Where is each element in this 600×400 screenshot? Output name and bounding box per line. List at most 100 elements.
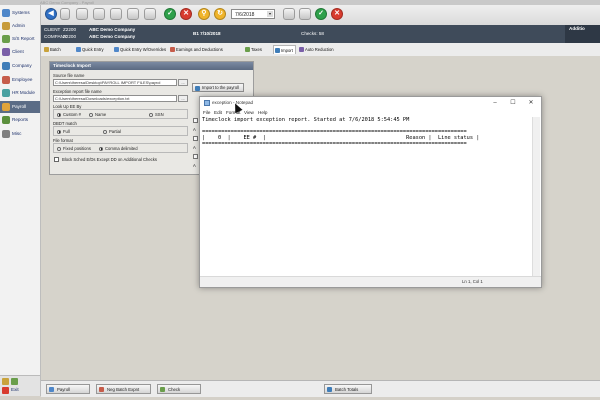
partial-checkbox-1[interactable] bbox=[193, 118, 198, 123]
client-label: CLIENT bbox=[44, 27, 61, 32]
ok-icon[interactable]: ✓ bbox=[164, 8, 176, 20]
nav-item-employee[interactable]: Employee bbox=[0, 74, 40, 86]
tab-icon bbox=[76, 47, 81, 52]
tab-taxes[interactable]: Taxes bbox=[244, 45, 271, 54]
tab-earnings-and-deductions[interactable]: Earnings and Deductions bbox=[169, 45, 242, 54]
button-icon bbox=[327, 387, 332, 392]
minimize-icon[interactable]: – bbox=[486, 97, 504, 109]
nav-item-label: Employee bbox=[12, 77, 33, 82]
report-line-5: ========================================… bbox=[202, 141, 467, 147]
nav-item-company[interactable]: Company bbox=[0, 60, 40, 72]
tab-batch[interactable]: Batch bbox=[43, 45, 73, 54]
tab-icon bbox=[299, 47, 304, 52]
batch-totals-button[interactable]: Batch Totals bbox=[324, 384, 372, 394]
toolbar-button-6[interactable] bbox=[283, 8, 295, 20]
neg-batch-expnt-button[interactable]: Neg Batch Expnt bbox=[96, 384, 151, 394]
dbdt-partial-radio[interactable] bbox=[103, 129, 107, 134]
close-icon[interactable]: ✕ bbox=[522, 97, 540, 109]
payroll-button[interactable]: Payroll bbox=[46, 384, 90, 394]
tab-auto-reduction[interactable]: Auto Reduction bbox=[298, 45, 336, 54]
partial-checkbox-2[interactable] bbox=[193, 136, 198, 141]
exit-label[interactable]: Exit bbox=[11, 387, 19, 392]
tab-quick-entry-w-overrides[interactable]: Quick Entry W/Overrides bbox=[113, 45, 167, 54]
notepad-window: exception - Notepad – ☐ ✕ File Edit Form… bbox=[199, 96, 542, 288]
lookup-group: Custom # Name SSN bbox=[53, 109, 188, 119]
nav-item-hr-module[interactable]: HR Module bbox=[0, 87, 40, 99]
exception-browse-button[interactable]: ... bbox=[178, 95, 188, 102]
s-s-report-icon bbox=[2, 35, 10, 43]
nav-item-misc[interactable]: Misc bbox=[0, 128, 40, 140]
toolbar-button-1[interactable] bbox=[76, 8, 88, 20]
cancel-icon[interactable]: ✕ bbox=[180, 8, 192, 20]
format-comma-radio[interactable] bbox=[99, 146, 103, 151]
hr-module-icon bbox=[2, 89, 10, 97]
delete-icon[interactable]: ✕ bbox=[331, 8, 343, 20]
lookup-ssn-label: SSN bbox=[155, 111, 164, 117]
import-button[interactable]: Import to the payroll bbox=[192, 83, 244, 92]
tab-quick-entry[interactable]: Quick Entry bbox=[75, 45, 111, 54]
lookup-ssn-radio[interactable] bbox=[149, 112, 153, 117]
format-fixed-radio[interactable] bbox=[57, 146, 61, 151]
nav-item-label: S/S Report bbox=[12, 36, 35, 41]
toolbar-button-5[interactable] bbox=[144, 8, 156, 20]
notepad-text-area[interactable]: Timeclock import exception report. Start… bbox=[202, 117, 530, 277]
date-field[interactable]: 7/6/2018 ▾ bbox=[231, 9, 275, 19]
nav-item-label: Systems bbox=[12, 10, 30, 15]
dbdt-partial-label: Partial bbox=[109, 128, 121, 134]
toolbar-button-7[interactable] bbox=[299, 8, 311, 20]
format-comma-label: Comma delimited bbox=[105, 145, 138, 151]
notepad-titlebar[interactable]: exception - Notepad – ☐ ✕ bbox=[200, 97, 541, 109]
nav-item-client[interactable]: Client bbox=[0, 46, 40, 58]
company-id: Z2200 bbox=[63, 34, 77, 39]
exit-icon[interactable] bbox=[2, 387, 9, 394]
nav-item-label: Client bbox=[12, 49, 24, 54]
notepad-scrollbar[interactable] bbox=[532, 117, 540, 277]
nav-item-label: HR Module bbox=[12, 90, 35, 95]
source-browse-button[interactable]: ... bbox=[178, 79, 188, 86]
exception-file-field[interactable]: C:\Users\theresa\Downloads\exception.txt bbox=[53, 95, 177, 102]
nav-item-s-s-report[interactable]: S/S Report bbox=[0, 33, 40, 45]
nav-item-reports[interactable]: Reports bbox=[0, 114, 40, 126]
tab-icon bbox=[275, 48, 280, 53]
maximize-icon[interactable]: ☐ bbox=[504, 97, 522, 109]
left-navigation: Systems Admin S/S Report Client Company Emplo… bbox=[0, 5, 41, 396]
calendar-icon[interactable] bbox=[2, 378, 9, 385]
partial-checkbox-3[interactable] bbox=[193, 154, 198, 159]
partial-label-2: A bbox=[193, 145, 196, 150]
menu-file[interactable]: File bbox=[203, 109, 210, 117]
nav-item-admin[interactable]: Admin bbox=[0, 20, 40, 32]
source-file-field[interactable]: C:\Users\theresa\Desktop\PAYROLL IMPORT … bbox=[53, 79, 177, 86]
nav-item-payroll[interactable]: Payroll bbox=[0, 101, 40, 113]
partial-label-1: A bbox=[193, 127, 196, 132]
toolbar-button-4[interactable] bbox=[127, 8, 139, 20]
toolbar-button-3[interactable] bbox=[110, 8, 122, 20]
block-sched-checkbox[interactable] bbox=[54, 157, 59, 162]
button-icon bbox=[99, 387, 104, 392]
menu-help[interactable]: Help bbox=[258, 109, 267, 117]
search-icon[interactable]: ⚲ bbox=[198, 8, 210, 20]
notepad-icon bbox=[204, 100, 210, 106]
back-icon[interactable]: ◀ bbox=[45, 8, 57, 20]
partial-label-3: A bbox=[193, 163, 196, 168]
format-fixed-label: Fixed positions bbox=[63, 145, 91, 151]
toolbar-button-2[interactable] bbox=[93, 8, 105, 20]
lookup-name-radio[interactable] bbox=[89, 112, 93, 117]
dbdt-full-radio[interactable] bbox=[57, 129, 61, 134]
tab-import[interactable]: Import bbox=[273, 45, 296, 54]
chevron-down-icon[interactable]: ▾ bbox=[267, 11, 273, 17]
save-icon[interactable]: ✓ bbox=[315, 8, 327, 20]
tab-label: Auto Reduction bbox=[305, 47, 334, 52]
tool-icon[interactable] bbox=[11, 378, 18, 385]
nav-item-systems[interactable]: Systems bbox=[0, 7, 40, 19]
check-button[interactable]: Check bbox=[157, 384, 201, 394]
lookup-custom-label: Custom # bbox=[63, 111, 81, 117]
tab-label: Quick Entry W/Overrides bbox=[120, 47, 167, 52]
refresh-icon[interactable]: ↻ bbox=[214, 8, 226, 20]
forward-icon[interactable] bbox=[60, 8, 70, 20]
additional-panel: Additio bbox=[565, 25, 600, 43]
client-id: Z2200 bbox=[63, 27, 77, 32]
payroll-icon bbox=[2, 103, 10, 111]
lookup-custom-radio[interactable] bbox=[57, 112, 61, 117]
menu-view[interactable]: View bbox=[244, 109, 254, 117]
menu-edit[interactable]: Edit bbox=[214, 109, 222, 117]
